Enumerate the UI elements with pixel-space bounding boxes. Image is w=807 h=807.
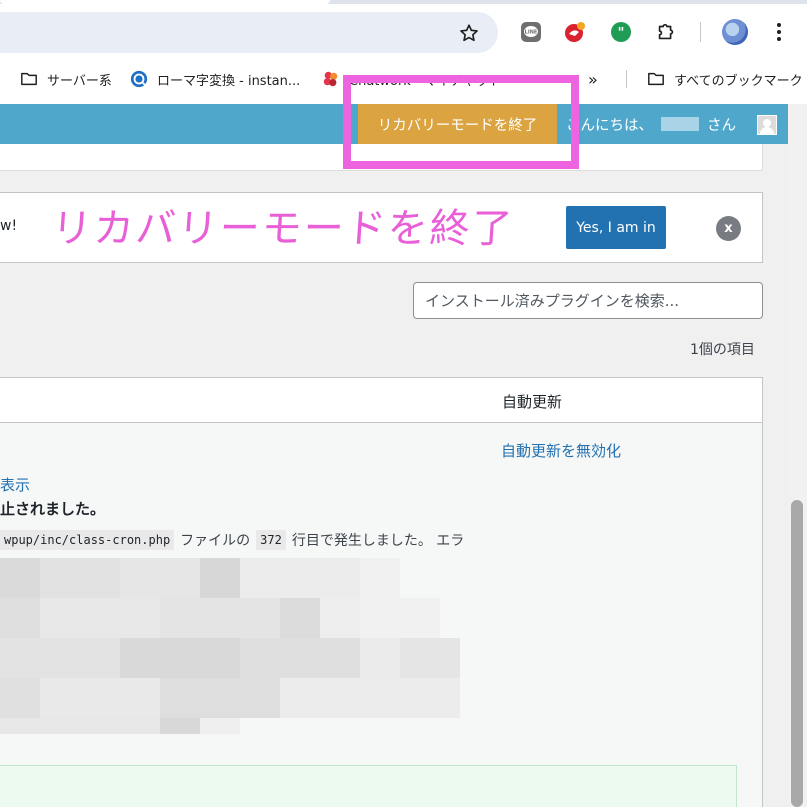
column-auto-update: 自動更新	[502, 393, 563, 411]
folder-icon	[21, 72, 37, 86]
puzzle-icon[interactable]	[655, 21, 677, 43]
item-count: 1個の項目	[690, 342, 755, 358]
notice-text: w!	[0, 218, 18, 234]
bookmark-label: サーバー系	[47, 73, 112, 89]
address-bar[interactable]	[0, 12, 498, 53]
folder-icon	[648, 72, 664, 86]
paused-message: 止されました。	[0, 500, 106, 518]
error-details: wpup/inc/class-cron.php ファイルの 372 行目で発生し…	[0, 530, 470, 550]
notice-success-box	[0, 765, 737, 807]
scrollbar-thumb[interactable]	[791, 500, 803, 807]
yes-i-am-in-button[interactable]: Yes, I am in	[566, 206, 666, 249]
green-quote-icon[interactable]: "	[610, 21, 632, 43]
svg-text:": "	[618, 26, 625, 41]
all-bookmarks-button[interactable]: すべてのブックマーク	[647, 62, 803, 96]
table-header	[0, 377, 763, 423]
error-text-1: ファイルの	[180, 533, 251, 549]
close-icon[interactable]: x	[716, 216, 741, 241]
error-file: wpup/inc/class-cron.php	[0, 530, 175, 550]
error-text-2: 行目で発生しました。 エラ	[291, 533, 465, 549]
globe-icon	[130, 70, 148, 88]
bookmark-server[interactable]: サーバー系	[20, 62, 112, 96]
redbird-icon[interactable]	[564, 21, 586, 43]
more-vert-icon[interactable]	[770, 20, 788, 44]
user-avatar[interactable]	[757, 115, 777, 135]
chatwork-icon	[323, 71, 338, 87]
plugin-search-input[interactable]	[413, 282, 763, 319]
annotation-highlight-box	[343, 75, 579, 169]
redacted-error-message	[0, 558, 470, 738]
bookmark-star-icon[interactable]	[458, 22, 480, 44]
bookmark-roma[interactable]: ローマ字変換 - instan...	[130, 62, 300, 96]
line-icon[interactable]: LINE	[520, 21, 542, 43]
greeting-prefix: こんにちは、	[566, 117, 653, 134]
tab-strip	[0, 0, 807, 4]
handwritten-annotation: リカバリーモードを終了	[50, 206, 516, 252]
profile-avatar[interactable]	[722, 19, 748, 45]
active-tab-edge[interactable]	[0, 0, 330, 4]
error-line-number: 372	[256, 530, 286, 550]
bookmark-label: ローマ字変換 - instan...	[157, 73, 301, 89]
svg-text:LINE: LINE	[525, 30, 538, 36]
toolbar-separator	[700, 22, 701, 42]
greeting-suffix: さん	[707, 117, 736, 134]
bookmarks-overflow-button[interactable]: »	[588, 62, 598, 96]
account-greeting[interactable]: こんにちは、 さん	[566, 104, 736, 144]
disable-auto-update-link[interactable]: 自動更新を無効化	[501, 440, 621, 461]
redacted-username	[661, 117, 699, 131]
all-bookmarks-label: すべてのブックマーク	[674, 73, 803, 89]
bookmarks-separator	[626, 70, 627, 88]
show-details-link[interactable]: 表示	[0, 474, 30, 495]
